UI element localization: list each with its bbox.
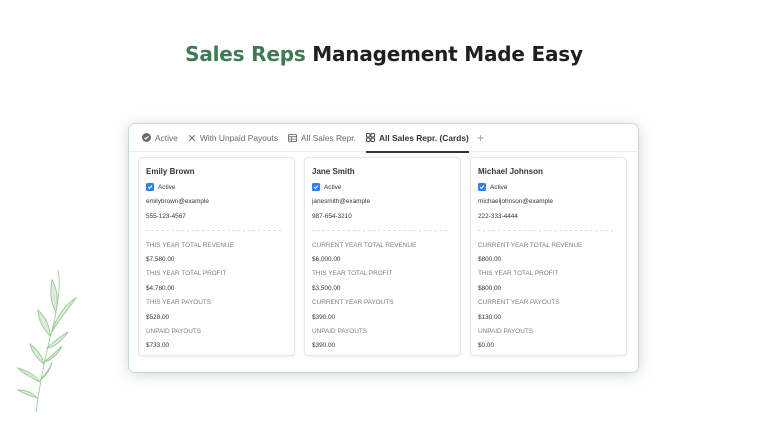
- unpaid-value: $733.00: [146, 342, 170, 350]
- status-text: Active: [490, 184, 508, 191]
- revenue-value: $6,000.00: [312, 255, 341, 263]
- unpaid-value: $390.00: [312, 342, 336, 350]
- divider-line: - - - - - - - - - - - - - - - - - - - - …: [146, 227, 282, 235]
- headline-accent: Sales Reps: [185, 42, 306, 66]
- payouts-label: CURRENT YEAR PAYOUTS: [478, 299, 560, 307]
- rep-name: Michael Johnson: [478, 167, 543, 176]
- tab-label: With Unpaid Payouts: [199, 132, 279, 143]
- rep-card[interactable]: Michael Johnson Active michaeljohnson@ex…: [470, 157, 627, 356]
- divider-line: - - - - - - - - - - - - - - - - - - - - …: [478, 227, 614, 235]
- card-gallery: Emily Brown Active emilybrown@example 55…: [138, 157, 627, 356]
- status-row: Active: [478, 183, 619, 197]
- add-view-button[interactable]: +: [477, 131, 484, 145]
- status-row: Active: [146, 183, 287, 197]
- unpaid-label: UNPAID PAYOUTS: [478, 327, 534, 335]
- page-headline: Sales Reps Management Made Easy: [0, 42, 768, 66]
- revenue-label: CURRENT YEAR TOTAL REVENUE: [312, 241, 417, 249]
- profit-value: $4,780.00: [146, 284, 175, 292]
- active-checkbox[interactable]: [478, 183, 486, 191]
- email-value: emilybrown@example: [146, 198, 209, 206]
- checkmark-icon: [313, 185, 319, 190]
- tab-all-sales-repr[interactable]: All Sales Repr.: [288, 124, 356, 152]
- divider-line: - - - - - - - - - - - - - - - - - - - - …: [312, 227, 448, 235]
- gallery-icon: [366, 133, 375, 142]
- headline-rest: Management Made Easy: [305, 42, 583, 66]
- payouts-label: CURRENT YEAR PAYOUTS: [312, 299, 394, 307]
- phone-value: 987-654-3210: [312, 212, 352, 220]
- tab-with-unpaid-payouts[interactable]: With Unpaid Payouts: [188, 124, 278, 152]
- table-icon: [288, 133, 297, 142]
- unpaid-value: $0.00: [478, 342, 494, 350]
- profit-value: $800.00: [478, 284, 502, 292]
- payouts-label: THIS YEAR PAYOUTS: [146, 299, 211, 307]
- profit-label: THIS YEAR TOTAL PROFIT: [146, 270, 227, 278]
- x-icon: [188, 134, 195, 141]
- tab-label: Active: [155, 132, 178, 143]
- payouts-value: $130.00: [478, 313, 502, 321]
- rep-card[interactable]: Emily Brown Active emilybrown@example 55…: [138, 157, 295, 356]
- leaf-branch-icon: [16, 269, 78, 413]
- revenue-value: $7,580.00: [146, 255, 175, 263]
- tab-label: All Sales Repr. (Cards): [378, 132, 469, 143]
- active-checkbox[interactable]: [146, 183, 154, 191]
- status-row: Active: [312, 183, 453, 197]
- revenue-value: $800.00: [478, 255, 502, 263]
- check-circle-icon: [142, 133, 151, 142]
- checkmark-icon: [479, 185, 485, 190]
- profit-value: $3,500.00: [312, 284, 341, 292]
- status-text: Active: [158, 184, 176, 191]
- payouts-value: $528.00: [146, 313, 170, 321]
- phone-value: 555-123-4567: [146, 212, 186, 220]
- payouts-value: $390.00: [312, 313, 336, 321]
- revenue-label: THIS YEAR TOTAL REVENUE: [146, 241, 234, 249]
- unpaid-label: UNPAID PAYOUTS: [146, 327, 202, 335]
- active-checkbox[interactable]: [312, 183, 320, 191]
- rep-card[interactable]: Jane Smith Active janesmith@example 987-…: [304, 157, 461, 356]
- status-text: Active: [324, 184, 342, 191]
- view-tabs: Active With Unpaid Payouts All Sales Rep…: [129, 124, 638, 153]
- unpaid-label: UNPAID PAYOUTS: [312, 327, 368, 335]
- phone-value: 222-333-4444: [478, 212, 518, 220]
- checkmark-icon: [147, 185, 153, 190]
- tab-all-sales-repr-cards[interactable]: All Sales Repr. (Cards): [365, 124, 469, 153]
- rep-name: Emily Brown: [146, 167, 195, 176]
- tab-label: All Sales Repr.: [301, 132, 356, 143]
- profit-label: THIS YEAR TOTAL PROFIT: [312, 270, 393, 278]
- profit-label: THIS YEAR TOTAL PROFIT: [478, 270, 559, 278]
- rep-name: Jane Smith: [312, 167, 355, 176]
- tab-active[interactable]: Active: [142, 124, 178, 152]
- database-panel: Active With Unpaid Payouts All Sales Rep…: [129, 124, 638, 372]
- revenue-label: CURRENT YEAR TOTAL REVENUE: [478, 241, 583, 249]
- email-value: michaeljohnson@example: [478, 198, 554, 206]
- email-value: janesmith@example: [312, 198, 370, 206]
